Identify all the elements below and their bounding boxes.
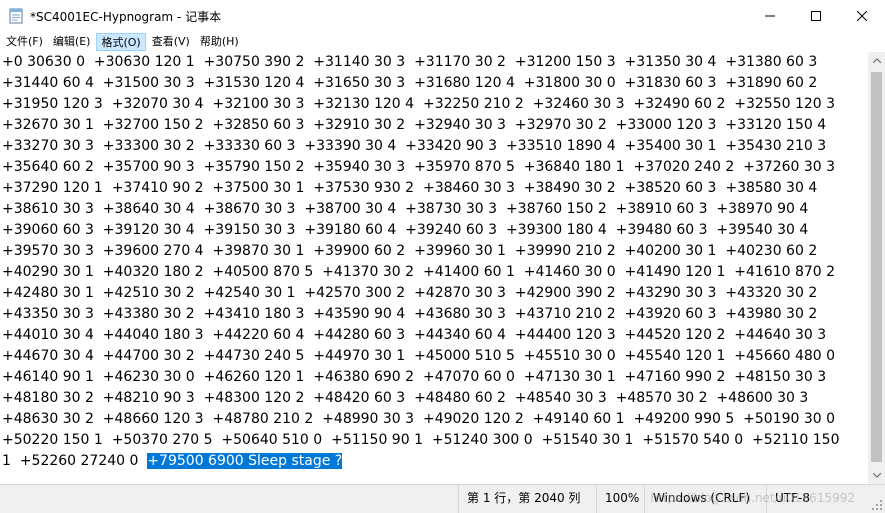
resize-grip-icon[interactable] [871,499,883,511]
text-line: +38610 30 3 +38640 30 4 +38670 30 3 +387… [2,201,809,217]
menu-format[interactable]: 格式(O) [96,33,146,51]
title-bar: *SC4001EC-Hypnogram - 记事本 [0,0,885,33]
text-line-last: 1 +52260 27240 0 +79500 6900 Sleep stage… [0,451,867,472]
text-line: +31950 120 3 +32070 30 4 +32100 30 3 +32… [2,96,836,112]
cursor-position: 第 1 行，第 2040 列 [458,485,592,513]
text-line: +37290 120 1 +37410 90 2 +37500 30 1 +37… [2,180,818,196]
text-line: +0 30630 0 +30630 120 1 +30750 390 2 +31… [2,54,818,70]
chevron-up-icon [872,58,881,63]
notepad-icon [8,8,24,24]
text-line: +32670 30 1 +32700 150 2 +32850 60 3 +32… [2,117,827,133]
chevron-down-icon [872,473,881,478]
menu-file[interactable]: 文件(F) [2,33,47,51]
text-line: +48630 30 2 +48660 120 3 +48780 210 2 +4… [2,411,836,427]
vertical-scrollbar[interactable] [868,52,885,484]
menu-bar: 文件(F) 编辑(E) 格式(O) 查看(V) 帮助(H) [0,32,885,53]
status-bar: 第 1 行，第 2040 列 100% Windows (CRLF) UTF-8… [0,484,885,513]
text-line: +35640 60 2 +35700 90 3 +35790 150 2 +35… [2,159,836,175]
encoding: UTF-8 [766,485,861,513]
text-editor[interactable]: +0 30630 0 +30630 120 1 +30750 390 2 +31… [0,52,867,484]
menu-help[interactable]: 帮助(H) [196,33,243,51]
scroll-thumb[interactable] [871,72,882,462]
minimize-button[interactable] [747,0,793,32]
scroll-down-button[interactable] [868,467,885,484]
minimize-icon [765,15,775,17]
close-button[interactable] [839,0,885,32]
window-title: *SC4001EC-Hypnogram - 记事本 [30,9,222,24]
text-line: +33270 30 3 +33300 30 2 +33330 60 3 +333… [2,138,827,154]
zoom-level: 100% [596,485,640,513]
menu-view[interactable]: 查看(V) [148,33,194,51]
text-line: +31440 60 4 +31500 30 3 +31530 120 4 +31… [2,75,818,91]
text-line: +43350 30 3 +43380 30 2 +43410 180 3 +43… [2,306,818,322]
text-line: +50220 150 1 +50370 270 5 +50640 510 0 +… [2,432,840,448]
selected-text[interactable]: +79500 6900 Sleep stage ? [147,453,343,469]
text-line: +44010 30 4 +44040 180 3 +44220 60 4 +44… [2,327,827,343]
maximize-icon [811,11,821,21]
menu-edit[interactable]: 编辑(E) [49,33,95,51]
text-line: +42480 30 1 +42510 30 2 +42540 30 1 +425… [2,285,818,301]
line-ending: Windows (CRLF) [644,485,762,513]
text-line: +39570 30 3 +39600 270 4 +39870 30 1 +39… [2,243,818,259]
text-plain: 1 +52260 27240 0 [2,453,148,469]
close-icon [857,11,867,21]
window-controls [747,0,885,32]
text-line: +40290 30 1 +40320 180 2 +40500 870 5 +4… [2,264,836,280]
text-line: +44670 30 4 +44700 30 2 +44730 240 5 +44… [2,348,836,364]
text-line: +46140 90 1 +46230 30 0 +46260 120 1 +46… [2,369,827,385]
text-line: +39060 60 3 +39120 30 4 +39150 30 3 +391… [2,222,809,238]
text-line: +48180 30 2 +48210 90 3 +48300 120 2 +48… [2,390,809,406]
scroll-up-button[interactable] [868,52,885,69]
maximize-button[interactable] [793,0,839,32]
